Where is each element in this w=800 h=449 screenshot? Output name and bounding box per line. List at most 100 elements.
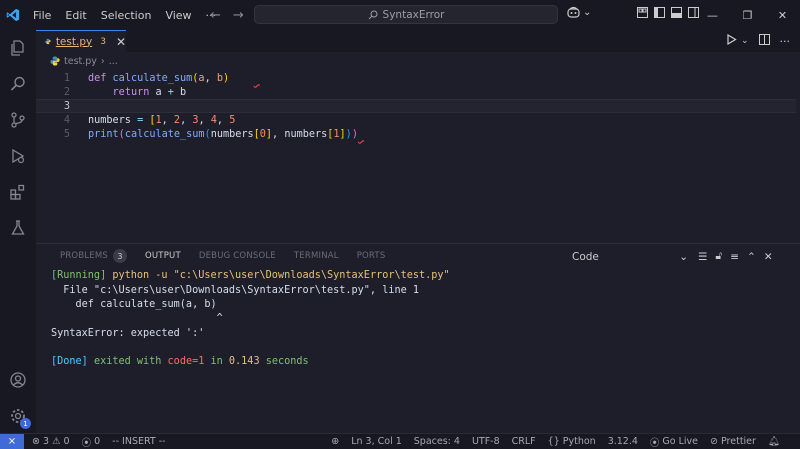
- lock-scroll-icon[interactable]: 🔓︎: [715, 250, 722, 263]
- menu-view[interactable]: View: [158, 9, 198, 22]
- title-bar: File Edit Selection View ··· ← → SyntaxE…: [0, 0, 800, 30]
- nav-arrows: ← →: [210, 0, 244, 30]
- encoding[interactable]: UTF-8: [472, 436, 500, 447]
- copilot-icon: [567, 6, 580, 18]
- line-number: 5: [63, 128, 70, 140]
- copilot-button[interactable]: ⌄: [567, 6, 591, 18]
- clear-output-icon[interactable]: ≡: [730, 251, 739, 263]
- code-text: numbers = [1, 2, 3, 4, 5: [88, 114, 236, 126]
- python-file-icon: [50, 56, 60, 66]
- braces-icon: {}: [547, 436, 560, 447]
- manage-badge: 1: [20, 418, 31, 429]
- code-text: print(calculate_sum(numbers[0], numbers[…: [88, 128, 358, 140]
- output-line: def calculate_sum(a, b): [51, 299, 217, 310]
- menu-file[interactable]: File: [26, 9, 58, 22]
- tab-ports[interactable]: PORTS: [348, 244, 395, 268]
- close-window-icon[interactable]: ✕: [765, 0, 800, 30]
- error-icon: ⊗: [32, 436, 40, 447]
- toggle-panel-icon[interactable]: [671, 7, 682, 18]
- explorer-icon[interactable]: [0, 30, 36, 66]
- activity-bar: 1: [0, 30, 36, 433]
- tab-debug-console[interactable]: DEBUG CONSOLE: [190, 244, 285, 268]
- tab-terminal[interactable]: TERMINAL: [285, 244, 348, 268]
- tab-close-icon[interactable]: ✕: [116, 35, 126, 49]
- go-live-button[interactable]: ⦿ Go Live: [650, 435, 698, 449]
- filter-lines-icon[interactable]: ☰: [698, 251, 707, 263]
- problems-status[interactable]: ⊗ 3 ⚠ 0: [32, 436, 70, 447]
- breadcrumb: test.py › ...: [36, 53, 118, 69]
- menu-selection[interactable]: Selection: [94, 9, 159, 22]
- command-center-search[interactable]: SyntaxError: [254, 5, 558, 24]
- manage-gear-icon[interactable]: 1: [0, 398, 36, 434]
- output-channel-select[interactable]: Code ⌄: [570, 249, 690, 264]
- menu-edit[interactable]: Edit: [58, 9, 93, 22]
- end-of-line[interactable]: CRLF: [512, 436, 536, 447]
- restore-icon[interactable]: ❐: [730, 0, 765, 30]
- output-line: [Running] python -u "c:\Users\user\Downl…: [51, 270, 450, 281]
- layout-controls: [637, 7, 699, 18]
- tab-test-py[interactable]: test.py 3 ✕: [36, 30, 126, 52]
- python-file-icon: [45, 38, 51, 45]
- tab-output[interactable]: OUTPUT: [136, 244, 190, 268]
- notifications-bell-icon[interactable]: 🔔︎: [768, 436, 780, 447]
- search-view-icon[interactable]: [0, 66, 36, 102]
- vim-mode: -- INSERT --: [112, 436, 166, 447]
- run-debug-icon[interactable]: [0, 138, 36, 174]
- code-text: return a + b: [112, 86, 187, 98]
- code-line: 2 return a + b: [36, 85, 796, 99]
- language-mode[interactable]: {} Python: [548, 436, 596, 447]
- breadcrumb-separator-icon: ›: [100, 55, 105, 67]
- chevron-down-icon: ⌄: [679, 250, 688, 263]
- output-line: ^: [51, 313, 223, 324]
- menu-bar: File Edit Selection View ···: [26, 0, 223, 30]
- tab-problems[interactable]: PROBLEMS 3: [51, 244, 136, 268]
- search-label: SyntaxError: [382, 8, 445, 21]
- code-line: 1 def calculate_sum(a, b): [36, 71, 796, 85]
- cursor-position[interactable]: Ln 3, Col 1: [351, 436, 402, 447]
- code-line: 5 print(calculate_sum(numbers[0], number…: [36, 127, 796, 141]
- ports-status[interactable]: ⦿ 0: [82, 435, 101, 449]
- extensions-icon[interactable]: [0, 174, 36, 210]
- editor-tabs: test.py 3 ✕ ⌄ ···: [36, 30, 800, 52]
- code-editor[interactable]: 1 def calculate_sum(a, b) 2 return a + b…: [36, 70, 800, 242]
- prettier-status[interactable]: ⊘ Prettier: [710, 436, 756, 447]
- run-dropdown-chevron-icon[interactable]: ⌄: [741, 36, 749, 46]
- toggle-primary-sidebar-icon[interactable]: [654, 7, 665, 18]
- vscode-logo-icon: [0, 0, 26, 30]
- double-check-icon: ⊘: [710, 436, 718, 447]
- source-control-icon[interactable]: [0, 102, 36, 138]
- broadcast-icon: ⦿: [81, 437, 92, 449]
- status-bar: ⨯ ⊗ 3 ⚠ 0 ⦿ 0 -- INSERT -- ⊕ Ln 3, Col 1 Sp…: [0, 433, 800, 449]
- chevron-down-icon: ⌄: [583, 6, 592, 18]
- maximize-panel-icon[interactable]: ⌃: [747, 251, 756, 263]
- code-line-current: 3: [36, 99, 796, 113]
- run-file-icon[interactable]: [726, 33, 737, 48]
- customize-layout-icon[interactable]: [637, 7, 648, 18]
- line-number: 2: [63, 86, 70, 98]
- code-text: def calculate_sum(a, b): [88, 72, 230, 84]
- panel-toolbar: Code ⌄ ☰ 🔓︎ ≡ ⌃ ✕: [570, 249, 773, 264]
- zoom-icon[interactable]: ⊕: [331, 436, 339, 447]
- breadcrumb-file[interactable]: test.py: [64, 56, 97, 67]
- forward-arrow-icon[interactable]: →: [233, 8, 244, 23]
- breadcrumb-symbols[interactable]: ...: [109, 56, 118, 67]
- problems-count-badge: 3: [113, 249, 127, 263]
- line-number: 4: [63, 114, 70, 126]
- broadcast-icon: ⦿: [649, 437, 660, 449]
- indentation[interactable]: Spaces: 4: [414, 436, 460, 447]
- minimize-icon[interactable]: —: [695, 0, 730, 30]
- split-editor-icon[interactable]: [758, 34, 770, 48]
- editor-actions: ⌄ ···: [726, 30, 790, 52]
- testing-flask-icon[interactable]: [0, 210, 36, 246]
- remote-window-icon[interactable]: ⨯: [0, 433, 24, 449]
- output-line: SyntaxError: expected ':': [51, 328, 205, 339]
- more-actions-icon[interactable]: ···: [780, 35, 791, 48]
- back-arrow-icon[interactable]: ←: [210, 8, 221, 23]
- panel-tabs: PROBLEMS 3 OUTPUT DEBUG CONSOLE TERMINAL …: [36, 244, 394, 268]
- accounts-icon[interactable]: [0, 362, 36, 398]
- tab-label: test.py: [55, 35, 93, 48]
- python-version[interactable]: 3.12.4: [608, 436, 638, 447]
- bottom-panel: PROBLEMS 3 OUTPUT DEBUG CONSOLE TERMINAL …: [36, 243, 800, 433]
- close-panel-icon[interactable]: ✕: [764, 251, 773, 263]
- warning-icon: ⚠: [52, 436, 61, 447]
